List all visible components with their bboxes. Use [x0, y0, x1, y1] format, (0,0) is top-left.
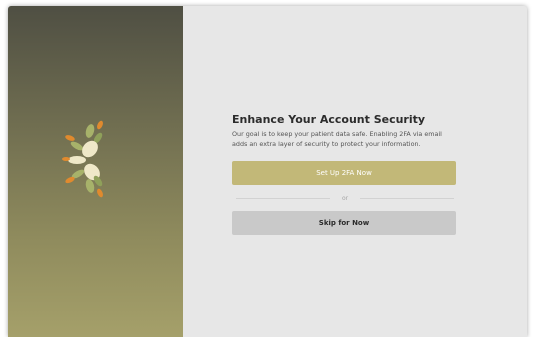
or-divider: or: [232, 193, 458, 203]
setup-2fa-button[interactable]: Set Up 2FA Now: [232, 161, 456, 185]
brand-panel: [8, 6, 183, 337]
divider-text: or: [341, 194, 349, 202]
main-content: Enhance Your Account Security Our goal i…: [183, 6, 527, 337]
page-title: Enhance Your Account Security: [232, 113, 426, 126]
security-prompt-card: Enhance Your Account Security Our goal i…: [232, 113, 458, 235]
divider-line-right: [360, 197, 455, 199]
divider-line-left: [236, 197, 330, 199]
app-window: Enhance Your Account Security Our goal i…: [8, 6, 527, 337]
skip-button[interactable]: Skip for Now: [232, 211, 456, 235]
security-description: Our goal is to keep your patient data sa…: [232, 130, 442, 148]
leaf-flower-logo-icon: [62, 120, 103, 198]
